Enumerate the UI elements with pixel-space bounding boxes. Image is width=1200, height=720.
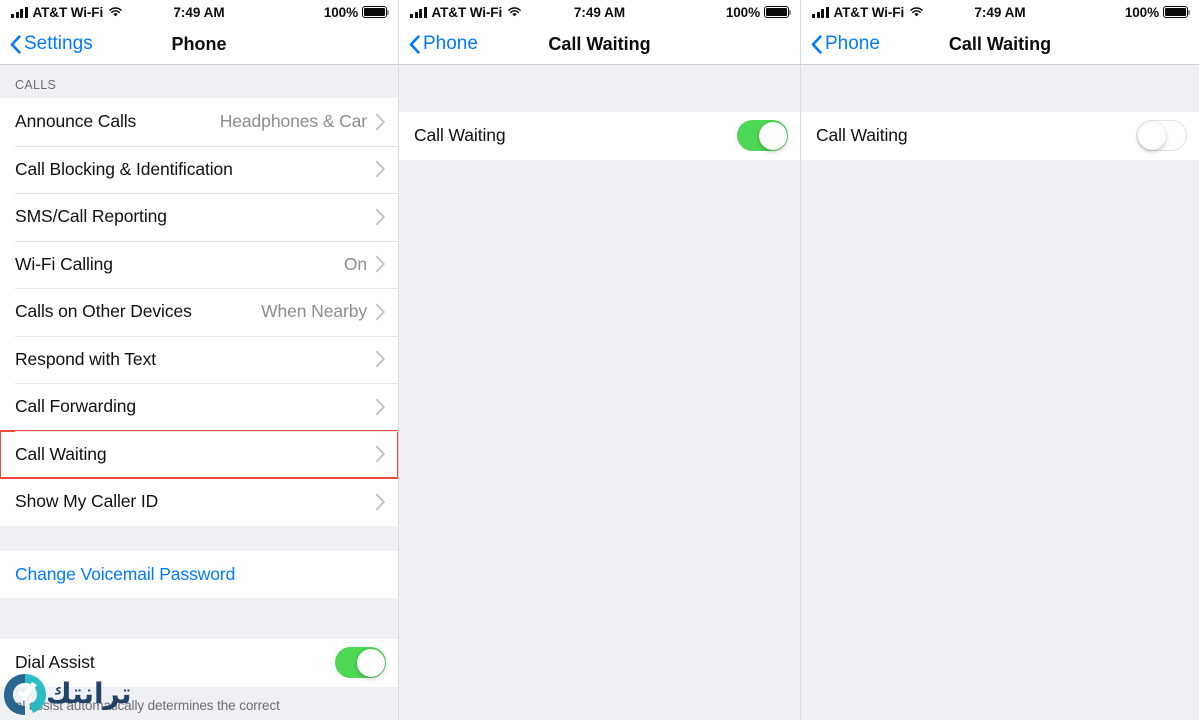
navigation-bar: Phone Call Waiting <box>801 24 1199 65</box>
chevron-right-icon <box>376 398 385 415</box>
chevron-right-icon <box>376 303 385 320</box>
list-item-label: SMS/Call Reporting <box>15 206 167 227</box>
call-waiting-toggle[interactable] <box>737 120 788 152</box>
back-button-label: Settings <box>24 33 93 54</box>
list-item-label: Change Voicemail Password <box>15 563 236 584</box>
call-waiting-list: Call Waiting <box>801 65 1199 720</box>
group-spacer <box>0 525 398 551</box>
status-bar-right: 100% <box>323 4 390 20</box>
navigation-bar: Phone Call Waiting <box>399 24 800 65</box>
list-item-sms-call-reporting[interactable]: SMS/Call Reporting <box>0 193 398 241</box>
carrier-label: AT&T Wi-Fi <box>32 4 104 20</box>
panel-call-waiting-off: AT&T Wi-Fi 7:49 AM 100% Phone Call Waiti… <box>801 0 1199 720</box>
wifi-icon <box>508 7 521 17</box>
group-spacer <box>0 686 398 695</box>
chevron-right-icon <box>376 493 385 510</box>
back-button-label: Phone <box>423 33 478 54</box>
dial-assist-footer-note: al assist automatically determines the c… <box>15 697 280 713</box>
group-header-calls: CALLS <box>0 65 398 98</box>
list-item-value: On <box>343 253 367 274</box>
chevron-right-icon <box>376 161 385 178</box>
group-spacer <box>399 65 800 112</box>
battery-percent-label: 100% <box>725 4 760 20</box>
list-item-wifi-calling[interactable]: Wi-Fi Calling On <box>0 240 398 288</box>
list-item-label: Calls on Other Devices <box>15 301 192 322</box>
list-item-change-voicemail-password[interactable]: Change Voicemail Password <box>0 550 398 598</box>
list-item-label: Dial Assist <box>15 652 95 673</box>
status-bar-left: AT&T Wi-Fi <box>410 5 522 20</box>
list-item-label: Call Forwarding <box>15 396 137 417</box>
list-item-value: When Nearby <box>261 301 367 322</box>
list-item-label: Respond with Text <box>15 348 156 369</box>
chevron-left-icon <box>811 34 822 54</box>
battery-percent-label: 100% <box>1124 4 1159 20</box>
back-button-settings[interactable]: Settings <box>10 33 93 55</box>
list-item-dial-assist[interactable]: Dial Assist <box>0 639 398 687</box>
list-item-label: Announce Calls <box>15 111 137 132</box>
status-bar-left: AT&T Wi-Fi <box>11 5 123 20</box>
back-button-phone[interactable]: Phone <box>811 33 880 55</box>
list-item-label: Call Blocking & Identification <box>15 158 233 179</box>
dial-assist-group: Dial Assist <box>0 639 398 687</box>
back-button-phone[interactable]: Phone <box>409 33 478 55</box>
status-bar-left: AT&T Wi-Fi <box>812 5 924 20</box>
panel-phone-settings: AT&T Wi-Fi 7:49 AM 100% Settings Phone C… <box>0 0 399 720</box>
call-waiting-toggle[interactable] <box>1136 120 1187 152</box>
carrier-label: AT&T Wi-Fi <box>431 4 503 20</box>
list-item-call-waiting[interactable]: Call Waiting <box>0 429 398 479</box>
battery-full-icon <box>1163 6 1191 18</box>
list-item-label: Call Waiting <box>414 125 506 146</box>
battery-full-icon <box>362 6 390 18</box>
call-waiting-list: Call Waiting <box>399 65 800 720</box>
list-item-call-forwarding[interactable]: Call Forwarding <box>0 383 398 431</box>
status-bar-right: 100% <box>1124 4 1191 20</box>
chevron-right-icon <box>376 208 385 225</box>
status-bar-right: 100% <box>725 4 792 20</box>
chevron-right-icon <box>376 446 385 463</box>
chevron-right-icon <box>376 351 385 368</box>
cellular-bars-icon <box>410 6 427 18</box>
group-spacer <box>801 65 1199 112</box>
carrier-label: AT&T Wi-Fi <box>833 4 905 20</box>
settings-list[interactable]: CALLS Announce Calls Headphones & Car Ca… <box>0 65 398 720</box>
chevron-left-icon <box>409 34 420 54</box>
navigation-bar: Settings Phone <box>0 24 398 65</box>
list-item-label: Show My Caller ID <box>15 491 159 512</box>
panel-call-waiting-on: AT&T Wi-Fi 7:49 AM 100% Phone Call Waiti… <box>399 0 801 720</box>
battery-full-icon <box>764 6 792 18</box>
list-item-calls-on-other-devices[interactable]: Calls on Other Devices When Nearby <box>0 288 398 336</box>
list-item-label: Call Waiting <box>15 443 107 464</box>
cellular-bars-icon <box>812 6 829 18</box>
voicemail-group: Change Voicemail Password <box>0 550 398 598</box>
calls-group: Announce Calls Headphones & Car Call Blo… <box>0 98 398 526</box>
chevron-left-icon <box>10 34 21 54</box>
list-item-label: Call Waiting <box>816 125 908 146</box>
chevron-right-icon <box>376 256 385 273</box>
call-waiting-group: Call Waiting <box>399 112 800 160</box>
battery-percent-label: 100% <box>323 4 358 20</box>
dial-assist-toggle[interactable] <box>335 647 386 679</box>
list-item-respond-with-text[interactable]: Respond with Text <box>0 335 398 383</box>
back-button-label: Phone <box>825 33 880 54</box>
cellular-bars-icon <box>11 6 28 18</box>
wifi-icon <box>910 7 923 17</box>
wifi-icon <box>109 7 122 17</box>
status-bar: AT&T Wi-Fi 7:49 AM 100% <box>0 0 398 24</box>
list-item-label: Wi-Fi Calling <box>15 253 113 274</box>
status-bar: AT&T Wi-Fi 7:49 AM 100% <box>801 0 1199 24</box>
list-item-show-my-caller-id[interactable]: Show My Caller ID <box>0 478 398 526</box>
list-item-call-blocking-identification[interactable]: Call Blocking & Identification <box>0 145 398 193</box>
group-spacer <box>0 598 398 639</box>
call-waiting-group: Call Waiting <box>801 112 1199 160</box>
three-panel-screenshot: AT&T Wi-Fi 7:49 AM 100% Settings Phone C… <box>0 0 1200 720</box>
status-bar: AT&T Wi-Fi 7:49 AM 100% <box>399 0 800 24</box>
list-item-announce-calls[interactable]: Announce Calls Headphones & Car <box>0 98 398 146</box>
list-item-call-waiting[interactable]: Call Waiting <box>399 112 800 160</box>
list-item-value: Headphones & Car <box>219 111 367 132</box>
chevron-right-icon <box>376 113 385 130</box>
list-item-call-waiting[interactable]: Call Waiting <box>801 112 1199 160</box>
